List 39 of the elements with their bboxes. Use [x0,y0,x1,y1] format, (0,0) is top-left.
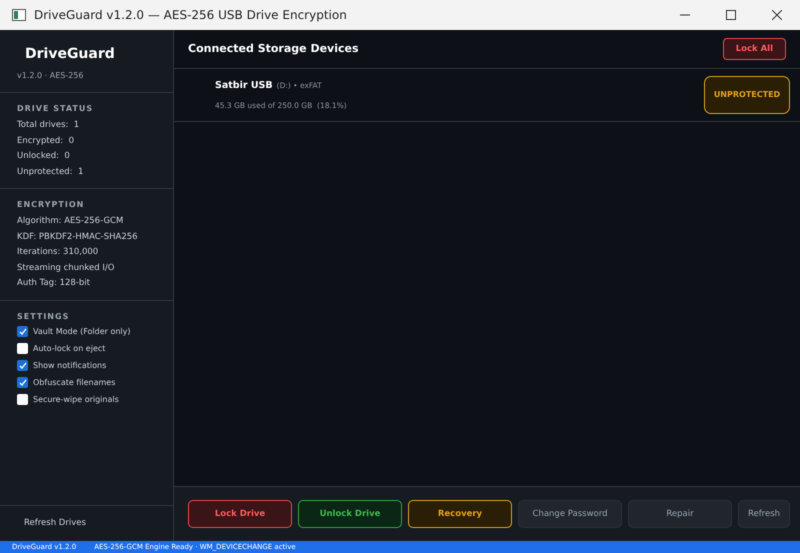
checkbox[interactable] [17,343,28,354]
action-button[interactable]: Recovery [408,500,512,528]
refresh-drives-button[interactable]: Refresh Drives [24,517,86,530]
info-text: Iterations: 310,000 [17,246,100,259]
checkbox[interactable] [17,360,28,371]
status-badge: UNPROTECTED [704,76,790,114]
maximize-icon [726,10,736,20]
device-name: Satbir USB [215,79,273,94]
action-button[interactable]: Change Password [518,500,622,528]
action-button[interactable]: Unlock Drive [298,500,402,528]
info-text: Unprotected: 1 [17,166,84,178]
checkbox-label: Auto-lock on eject [33,342,106,354]
section-heading: DRIVE STATUS [17,103,94,115]
info-text: Auth Tag: 128-bit [17,277,91,290]
window-title: DriveGuard v1.2.0 — AES-256 USB Drive Encryption [34,7,347,24]
action-button[interactable]: Refresh [738,500,790,528]
section-heading: SETTINGS [17,310,70,322]
checkbox-label: Secure-wipe originals [33,394,119,406]
info-text: KDF: PBKDF2-HMAC-SHA256 [17,230,139,244]
app-version: v1.2.0 · AES-256 [17,70,84,82]
info-text: Unlocked: 0 [17,150,71,163]
info-text: Streaming chunked I/O [17,262,116,274]
info-text: Total drives: 1 [17,119,80,132]
checkbox[interactable] [17,326,28,337]
checkbox-label: Obfuscate filenames [33,376,116,388]
checkbox[interactable] [17,377,28,388]
close-icon [772,10,782,20]
lock-all-button[interactable]: Lock All [722,38,786,60]
section-title: Connected Storage Devices [188,40,359,57]
action-button[interactable]: Lock Drive [188,500,292,528]
action-button[interactable]: Repair [628,500,732,528]
checkbox-label: Show notifications [33,360,106,372]
info-text: Algorithm: AES-256-GCM [17,215,124,228]
app-name: DriveGuard [24,45,116,64]
app-icon [12,9,26,21]
checkbox-label: Vault Mode (Folder only) [33,326,130,338]
checkbox[interactable] [17,394,28,405]
info-text: Encrypted: 0 [17,134,75,148]
section-heading: ENCRYPTION [17,199,86,211]
